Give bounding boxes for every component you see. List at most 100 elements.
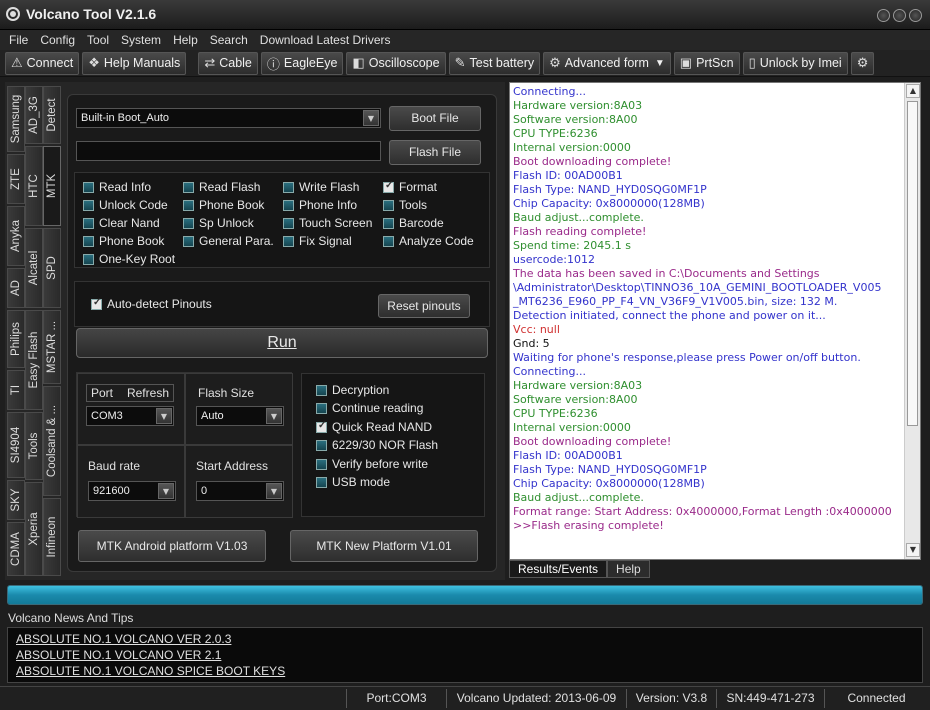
quick-read-nand-checkbox[interactable]: Quick Read NAND (316, 420, 432, 434)
settings-button[interactable]: ⚙ (850, 51, 875, 75)
status-port: Port:COM3 (346, 689, 446, 708)
tab-philips-label: Philips (10, 322, 22, 356)
decryption-checkbox[interactable]: Decryption (316, 383, 389, 397)
tab-ad[interactable]: AD (7, 268, 25, 308)
tab-ti[interactable]: TI (7, 370, 25, 410)
tab-infineon-label: Infineon (46, 516, 58, 558)
fix-signal-checkbox[interactable]: Fix Signal (283, 234, 352, 248)
continue-reading-checkbox[interactable]: Continue reading (316, 401, 423, 415)
tab-easy-flash[interactable]: Easy Flash (25, 310, 43, 410)
tab-zte[interactable]: ZTE (7, 154, 25, 204)
news-link[interactable]: ABSOLUTE NO.1 VOLCANO VER 2.1 (16, 648, 221, 662)
scroll-up-icon[interactable]: ▲ (906, 84, 920, 98)
flash-size-cell: Flash Size Auto ▼ (185, 373, 293, 445)
usb-mode-checkbox[interactable]: USB mode (316, 475, 390, 489)
tab-philips[interactable]: Philips (7, 310, 25, 368)
tab-infineon[interactable]: Infineon (43, 498, 61, 576)
close-button[interactable] (909, 9, 922, 22)
help-manuals-button[interactable]: ❖ Help Manuals (82, 51, 187, 75)
baud-rate-select[interactable]: 921600 ▼ (88, 481, 176, 501)
prtscn-label: PrtScn (696, 56, 734, 70)
analyze-code-checkbox[interactable]: Analyze Code (383, 234, 474, 248)
tab-results-events[interactable]: Results/Events (509, 560, 608, 578)
tab-coolsand[interactable]: Coolsand & ... (43, 386, 61, 496)
flash-file-path-input[interactable] (76, 141, 381, 161)
sp-unlock-checkbox[interactable]: Sp Unlock (183, 216, 254, 230)
run-button[interactable]: Run (76, 328, 488, 358)
tab-coolsand-label: Coolsand & ... (46, 404, 58, 478)
tools-checkbox[interactable]: Tools (383, 198, 427, 212)
tab-htc[interactable]: HTC (25, 146, 43, 226)
unlock-code-checkbox[interactable]: Unlock Code (83, 198, 168, 212)
chevron-down-icon[interactable]: ▼ (655, 58, 665, 69)
nor-flash-checkbox[interactable]: 6229/30 NOR Flash (316, 438, 438, 452)
verify-before-write-checkbox[interactable]: Verify before write (316, 457, 428, 471)
mtk-new-platform-button[interactable]: MTK New Platform V1.01 (290, 530, 478, 562)
port-select[interactable]: COM3 ▼ (86, 406, 174, 426)
menu-system[interactable]: System (115, 33, 167, 47)
tab-cdma[interactable]: CDMA (7, 522, 25, 576)
tab-spd[interactable]: SPD (43, 228, 61, 308)
boot-select[interactable]: Built-in Boot_Auto ▼ (76, 108, 381, 128)
eagleeye-button[interactable]: ⓘ EagleEye (260, 51, 344, 75)
touch-screen-checkbox[interactable]: Touch Screen (283, 216, 372, 230)
unlock-imei-button[interactable]: ▯ Unlock by Imei (742, 51, 848, 75)
reset-pinouts-button[interactable]: Reset pinouts (378, 294, 470, 318)
flash-size-select[interactable]: Auto ▼ (196, 406, 284, 426)
write-flash-checkbox[interactable]: Write Flash (283, 180, 359, 194)
tab-sky[interactable]: SKY (7, 480, 25, 520)
boot-file-button[interactable]: Boot File (389, 106, 481, 131)
connect-button[interactable]: ⚠ Connect (5, 51, 80, 75)
refresh-link[interactable]: Refresh (127, 386, 169, 400)
checkbox-box (83, 181, 94, 193)
advanced-form-button[interactable]: ⚙ Advanced form ▼ (543, 51, 671, 75)
barcode-checkbox[interactable]: Barcode (383, 216, 444, 230)
minimize-button[interactable] (877, 9, 890, 22)
menu-download-drivers[interactable]: Download Latest Drivers (254, 33, 397, 47)
tab-ad-3g[interactable]: AD_3G (25, 86, 43, 144)
cable-button[interactable]: ⇄ Cable (198, 51, 258, 75)
baud-rate-cell: Baud rate 921600 ▼ (77, 445, 185, 518)
news-link[interactable]: ABSOLUTE NO.1 VOLCANO SPICE BOOT KEYS (16, 664, 285, 678)
phone-book-checkbox[interactable]: Phone Book (183, 198, 264, 212)
tab-anyka[interactable]: Anyka (7, 206, 25, 266)
phone-info-checkbox[interactable]: Phone Info (283, 198, 357, 212)
results-log[interactable]: Connecting... Hardware version:8A03 Softwa… (509, 82, 921, 560)
tab-mstar-label: MSTAR ... (46, 320, 58, 374)
news-link[interactable]: ABSOLUTE NO.1 VOLCANO VER 2.0.3 (16, 632, 231, 646)
tab-detect[interactable]: Detect (43, 86, 61, 144)
one-key-root-checkbox[interactable]: One-Key Root (83, 252, 175, 266)
start-address-select[interactable]: 0 ▼ (196, 481, 284, 501)
menu-config[interactable]: Config (34, 33, 81, 47)
scroll-down-icon[interactable]: ▼ (906, 543, 920, 557)
scroll-thumb[interactable] (907, 101, 918, 426)
tab-alcatel[interactable]: Alcatel (25, 228, 43, 308)
general-para-checkbox[interactable]: General Para. (183, 234, 274, 248)
test-battery-button[interactable]: ✎ Test battery (448, 51, 541, 75)
flash-file-button[interactable]: Flash File (389, 140, 481, 165)
read-flash-checkbox[interactable]: Read Flash (183, 180, 260, 194)
tab-mtk[interactable]: MTK (43, 146, 61, 226)
read-info-checkbox[interactable]: Read Info (83, 180, 151, 194)
format-checkbox[interactable]: Format (383, 180, 437, 194)
maximize-button[interactable] (893, 9, 906, 22)
oscilloscope-button[interactable]: ◧ Oscilloscope (346, 51, 446, 75)
menu-tool[interactable]: Tool (81, 33, 115, 47)
phone-book-2-checkbox[interactable]: Phone Book (83, 234, 164, 248)
tab-xperia[interactable]: Xperia (25, 482, 43, 576)
menu-help[interactable]: Help (167, 33, 204, 47)
mtk-android-platform-button[interactable]: MTK Android platform V1.03 (78, 530, 266, 562)
tab-si4904[interactable]: SI4904 (7, 412, 25, 478)
tab-mstar[interactable]: MSTAR ... (43, 310, 61, 384)
menu-file[interactable]: File (3, 33, 34, 47)
log-scrollbar[interactable]: ▲ ▼ (904, 83, 920, 559)
tab-help[interactable]: Help (607, 560, 650, 578)
tab-tools[interactable]: Tools (25, 412, 43, 480)
clear-nand-checkbox[interactable]: Clear Nand (83, 216, 160, 230)
prtscn-button[interactable]: ▣ PrtScn (673, 51, 740, 75)
tab-samsung[interactable]: Samsung (7, 86, 25, 152)
volcano-logo-icon (6, 7, 20, 21)
auto-detect-pinouts-checkbox[interactable]: Auto-detect Pinouts (91, 297, 212, 311)
menu-search[interactable]: Search (204, 33, 254, 47)
oscilloscope-icon: ◧ (352, 55, 365, 70)
